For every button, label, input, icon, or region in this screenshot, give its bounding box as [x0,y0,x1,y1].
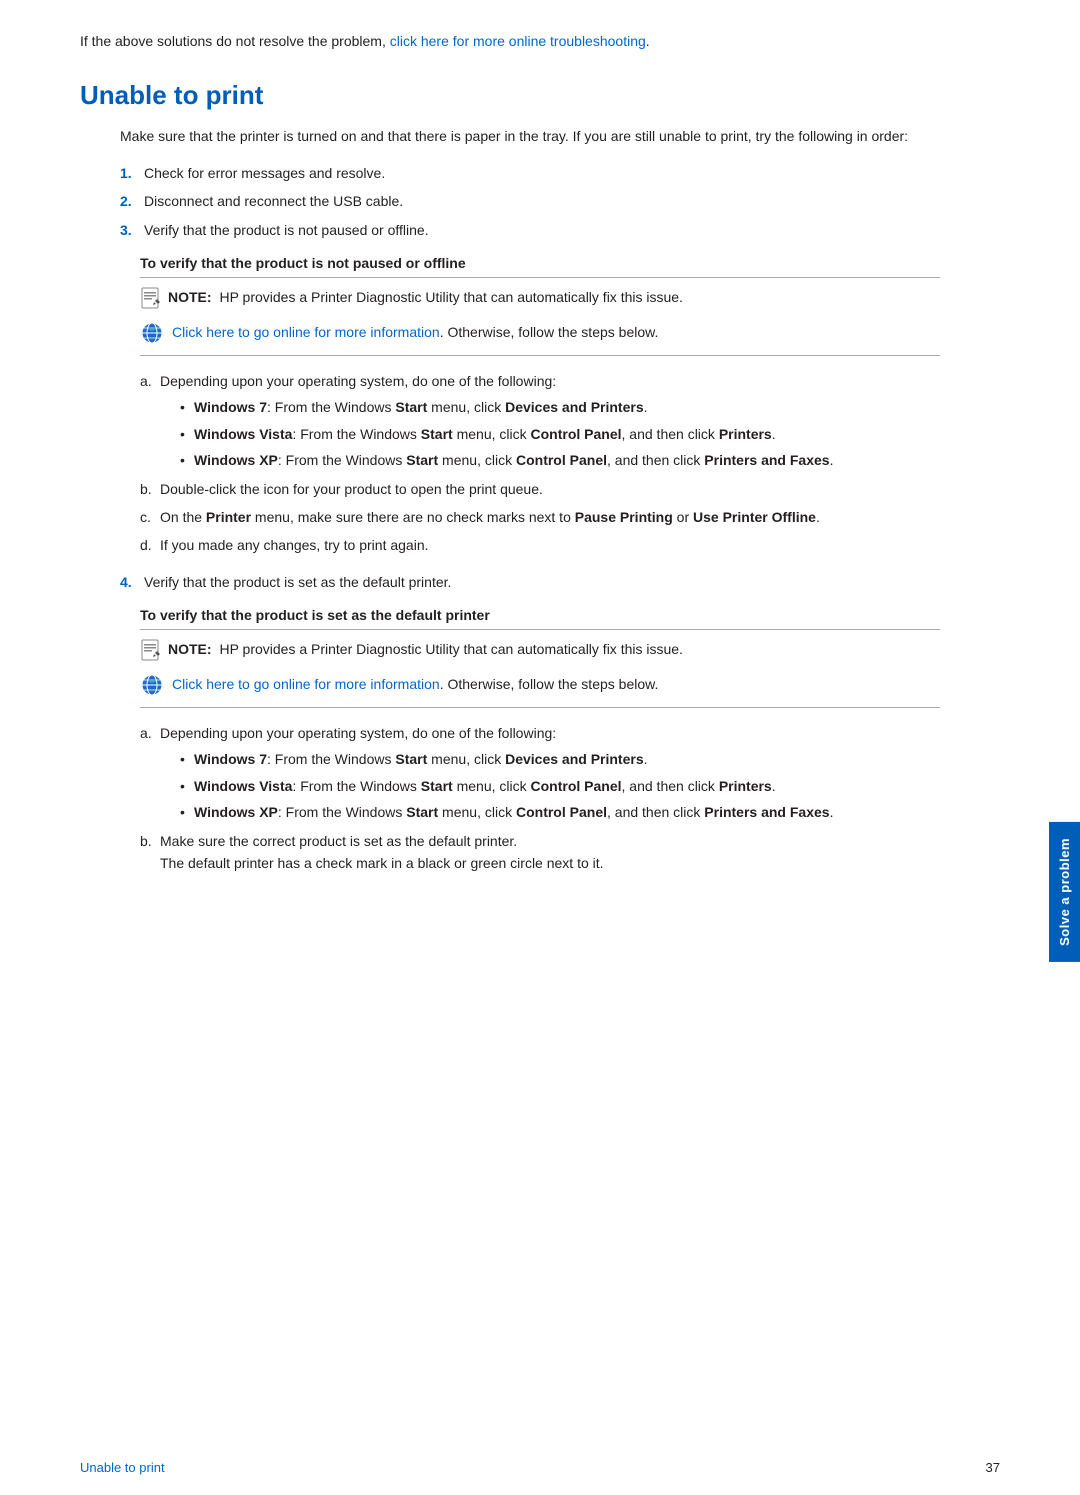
note-body-1: HP provides a Printer Diagnostic Utility… [216,289,683,305]
alpha-list-1: a. Depending upon your operating system,… [140,370,940,557]
alpha-label-2a: a. [140,722,152,744]
note-icon-1 [140,287,162,309]
main-steps-list: 1. Check for error messages and resolve.… [120,162,940,241]
globe-icon-1 [140,321,164,345]
alpha-step-2a: a. Depending upon your operating system,… [140,722,940,824]
alpha-step-1b: b. Double-click the icon for your produc… [140,478,940,500]
alpha-step-2b: b. Make sure the correct product is set … [140,830,940,875]
main-step-2: 2. Disconnect and reconnect the USB cabl… [120,190,940,212]
alpha-list-2: a. Depending upon your operating system,… [140,722,940,874]
bullet-list-2a: Windows 7: From the Windows Start menu, … [180,748,940,823]
online-link-text-1: Click here to go online for more informa… [172,321,658,343]
alpha-step-1d: d. If you made any changes, try to print… [140,534,940,556]
subsection-2: To verify that the product is set as the… [140,607,940,874]
bullet-1a-2: Windows Vista: From the Windows Start me… [180,423,940,445]
section-intro: Make sure that the printer is turned on … [120,125,940,147]
sidebar-tab[interactable]: Solve a problem [1049,822,1080,962]
footer: Unable to print 37 [0,1460,1080,1475]
bullet-2a-2: Windows Vista: From the Windows Start me… [180,775,940,797]
bullet-1a-3: Windows XP: From the Windows Start menu,… [180,449,940,471]
intro-paragraph: If the above solutions do not resolve th… [80,30,940,52]
footer-page-num: 37 [986,1460,1000,1475]
note-box-2: NOTE: HP provides a Printer Diagnostic U… [140,638,940,661]
online-link-2[interactable]: Click here to go online for more informa… [172,676,440,692]
step-1-num: 1. [120,162,132,184]
alpha-step-1a: a. Depending upon your operating system,… [140,370,940,472]
alpha-label-1c: c. [140,506,151,528]
alpha-step-1c: c. On the Printer menu, make sure there … [140,506,940,528]
alpha-text-2a: Depending upon your operating system, do… [160,725,556,741]
step-2-num: 2. [120,190,132,212]
alpha-text-1b: Double-click the icon for your product t… [160,481,543,497]
online-after-1: . Otherwise, follow the steps below. [440,324,659,340]
online-link-1[interactable]: Click here to go online for more informa… [172,324,440,340]
step-4-text: Verify that the product is set as the de… [144,574,451,590]
online-after-2: . Otherwise, follow the steps below. [440,676,659,692]
bullet-list-1a: Windows 7: From the Windows Start menu, … [180,396,940,471]
note-label-1: NOTE: [168,289,212,305]
step-1-text: Check for error messages and resolve. [144,165,385,181]
page-content: If the above solutions do not resolve th… [0,0,1020,968]
alpha-label-1b: b. [140,478,152,500]
main-step-3: 3. Verify that the product is not paused… [120,219,940,241]
online-troubleshooting-link[interactable]: click here for more online troubleshooti… [390,33,646,49]
alpha-label-1d: d. [140,534,152,556]
alpha-label-2b: b. [140,830,152,852]
bullet-2a-1: Windows 7: From the Windows Start menu, … [180,748,940,770]
note-box-1: NOTE: HP provides a Printer Diagnostic U… [140,286,940,309]
step-3-text: Verify that the product is not paused or… [144,222,429,238]
subsection-1-title: To verify that the product is not paused… [140,255,940,278]
intro-text-after: . [646,33,650,49]
section-title: Unable to print [80,80,940,111]
alpha-text-1d: If you made any changes, try to print ag… [160,537,429,553]
step-3-num: 3. [120,219,132,241]
note-text-2: NOTE: HP provides a Printer Diagnostic U… [168,638,683,660]
bullet-2a-3: Windows XP: From the Windows Start menu,… [180,801,940,823]
alpha-text-2b: Make sure the correct product is set as … [160,833,604,871]
note-text-1: NOTE: HP provides a Printer Diagnostic U… [168,286,683,308]
note-icon-2 [140,639,162,661]
subsection-1: To verify that the product is not paused… [140,255,940,557]
divider-1 [140,355,940,356]
note-body-2: HP provides a Printer Diagnostic Utility… [216,641,683,657]
main-step-4-list: 4. Verify that the product is set as the… [120,571,940,593]
step-4-num: 4. [120,571,132,593]
alpha-text-1c: On the Printer menu, make sure there are… [160,509,820,525]
online-link-box-1: Click here to go online for more informa… [140,321,940,345]
main-step-1: 1. Check for error messages and resolve. [120,162,940,184]
intro-text-before: If the above solutions do not resolve th… [80,33,390,49]
main-step-4: 4. Verify that the product is set as the… [120,571,940,593]
online-link-box-2: Click here to go online for more informa… [140,673,940,697]
bullet-1a-1: Windows 7: From the Windows Start menu, … [180,396,940,418]
online-link-text-2: Click here to go online for more informa… [172,673,658,695]
globe-icon-2 [140,673,164,697]
note-label-2: NOTE: [168,641,212,657]
alpha-label-1a: a. [140,370,152,392]
divider-2 [140,707,940,708]
step-2-text: Disconnect and reconnect the USB cable. [144,193,403,209]
alpha-text-1a: Depending upon your operating system, do… [160,373,556,389]
subsection-2-title: To verify that the product is set as the… [140,607,940,630]
footer-page-name: Unable to print [80,1460,165,1475]
